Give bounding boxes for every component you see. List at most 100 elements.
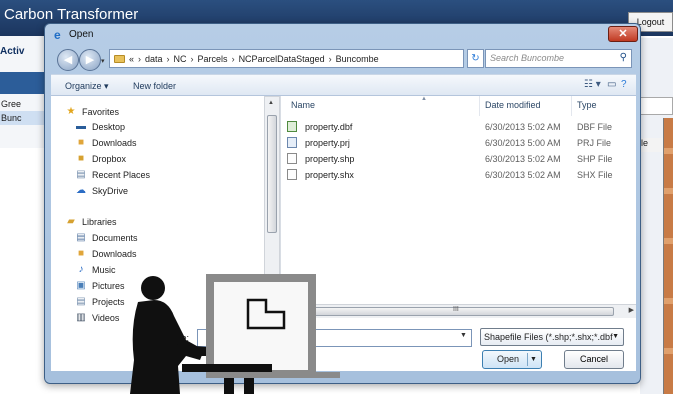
nav-item-dropbox[interactable]: ■ Dropbox [75,153,126,164]
nav-favorites[interactable]: ★ Favorites [65,106,120,117]
file-date: 6/30/2013 5:02 AM [485,170,561,180]
cancel-button[interactable]: Cancel [564,350,624,369]
nav-favorites-label: Favorites [82,106,120,117]
right-panel-button[interactable]: le [641,138,663,152]
new-folder-button[interactable]: New folder [133,81,176,91]
column-divider[interactable] [571,96,572,116]
chevron-right-icon[interactable]: › [191,54,194,64]
desktop-icon: ▬ [76,121,86,132]
breadcrumb-parcels[interactable]: Parcels [198,54,228,64]
breadcrumb-buncombe[interactable]: Buncombe [336,54,379,64]
file-type: DBF File [577,122,613,132]
file-type: PRJ File [577,138,612,148]
back-button[interactable]: ◀ [57,49,79,71]
map-view[interactable] [663,118,673,394]
search-icon[interactable]: ⚲ [620,52,627,63]
sidebar-tab-activity[interactable]: Activ [0,46,24,57]
file-type: SHP File [577,154,613,164]
nav-item-label: Recent Places [92,169,151,180]
file-row[interactable]: property.shx 6/30/2013 5:02 AM SHX File [287,168,632,183]
chevron-right-icon[interactable]: › [167,54,170,64]
chevron-right-icon[interactable]: › [329,54,332,64]
map-parcel [664,148,673,154]
scroll-up-icon[interactable]: ▲ [268,100,274,106]
organize-menu[interactable]: Organize ▾ [65,81,109,92]
file-row[interactable]: property.prj 6/30/2013 5:00 AM PRJ File [287,136,632,151]
star-icon: ★ [66,106,76,117]
pictures-icon: ▣ [76,280,86,291]
file-type-select[interactable]: Shapefile Files (*.shp;*.shx;*.dbf ▼ [480,328,624,346]
nav-item-projects[interactable]: ▤ Projects [75,296,124,307]
arrow-right-icon: ▶ [85,54,95,66]
preview-pane-icon[interactable]: ▭ [607,79,616,90]
refresh-button[interactable]: ↻ [467,49,484,68]
breadcrumb-data[interactable]: data [145,54,163,64]
nav-item-music[interactable]: ♪ Music [75,264,116,275]
dbf-file-icon [287,121,297,132]
nav-item-downloads-library[interactable]: ■ Downloads [75,248,137,259]
nav-item-label: Videos [92,312,120,323]
nav-item-label: Music [92,264,116,275]
column-header-type[interactable]: Type [577,100,597,110]
monitor [206,274,316,378]
column-header-name[interactable]: Name [291,100,315,110]
file-row[interactable]: property.dbf 6/30/2013 5:02 AM DBF File [287,120,632,135]
person-at-computer-illustration [130,274,340,394]
scrollbar-thumb[interactable] [267,115,277,233]
dialog-toolbar: Organize ▾ New folder ☷ ▾ ▭ ? [51,74,636,96]
column-header-date-modified[interactable]: Date modified [485,100,541,110]
nav-item-label: Documents [92,232,138,243]
filename-dropdown-icon[interactable]: ▼ [460,332,467,339]
right-panel-input[interactable] [640,97,673,115]
recent-locations-dropdown[interactable]: ▾ [101,57,105,65]
search-placeholder: Search Buncombe [490,53,565,63]
chevron-right-icon[interactable]: › [138,54,141,64]
browser-icon: e [54,28,61,42]
nav-item-downloads[interactable]: ■ Downloads [75,137,137,148]
help-icon[interactable]: ? [621,79,627,90]
nav-libraries-label: Libraries [82,216,117,227]
sidebar-row[interactable]: Gree [0,97,50,111]
sidebar-row-selected[interactable]: Bunc [0,111,50,125]
open-options-dropdown[interactable]: ▼ [527,353,539,366]
nav-item-documents[interactable]: ▤ Documents [75,232,138,243]
nav-item-label: Dropbox [92,153,127,164]
nav-item-recent-places[interactable]: ▤ Recent Places [75,169,150,180]
dropbox-folder-icon: ■ [77,153,85,164]
generic-file-icon [287,153,297,164]
search-input[interactable]: Search Buncombe ⚲ [485,49,632,68]
prj-file-icon [287,137,297,148]
nav-item-skydrive[interactable]: ☁ SkyDrive [75,185,128,196]
nav-item-videos[interactable]: ▥ Videos [75,312,119,323]
close-button[interactable]: ✕ [608,26,638,42]
app-title: Carbon Transformer [4,6,139,23]
file-date: 6/30/2013 5:02 AM [485,122,561,132]
grip-icon: III [453,306,459,313]
chevron-right-icon[interactable]: › [232,54,235,64]
breadcrumb-overflow[interactable]: « [129,54,134,64]
address-bar[interactable]: « › data › NC › Parcels › NCParcelDataSt… [109,49,514,68]
file-row[interactable]: property.shp 6/30/2013 5:02 AM SHP File [287,152,632,167]
sidebar-header-bar [0,72,50,94]
nav-item-desktop[interactable]: ▬ Desktop [75,121,125,132]
nav-item-pictures[interactable]: ▣ Pictures [75,280,124,291]
open-button[interactable]: Open ▼ [482,350,542,369]
breadcrumb-ncparceldatastaged[interactable]: NCParcelDataStaged [239,54,325,64]
scroll-right-icon[interactable]: ▶ [629,306,634,314]
breadcrumb-nc[interactable]: NC [174,54,187,64]
file-name: property.shx [305,170,354,180]
forward-button[interactable]: ▶ [79,49,101,71]
nav-item-label: SkyDrive [92,185,129,196]
view-options-icon[interactable]: ☷ ▾ [584,79,601,90]
file-name: property.dbf [305,122,353,132]
keyboard [182,364,272,372]
column-divider[interactable] [479,96,480,116]
libraries-icon: ▰ [67,216,75,227]
projects-icon: ▤ [76,296,86,307]
nav-libraries[interactable]: ▰ Libraries [65,216,117,227]
close-icon: ✕ [618,28,628,40]
file-date: 6/30/2013 5:02 AM [485,154,561,164]
music-icon: ♪ [78,264,84,275]
arrow-left-icon: ◀ [63,54,73,66]
cloud-icon: ☁ [76,185,86,196]
